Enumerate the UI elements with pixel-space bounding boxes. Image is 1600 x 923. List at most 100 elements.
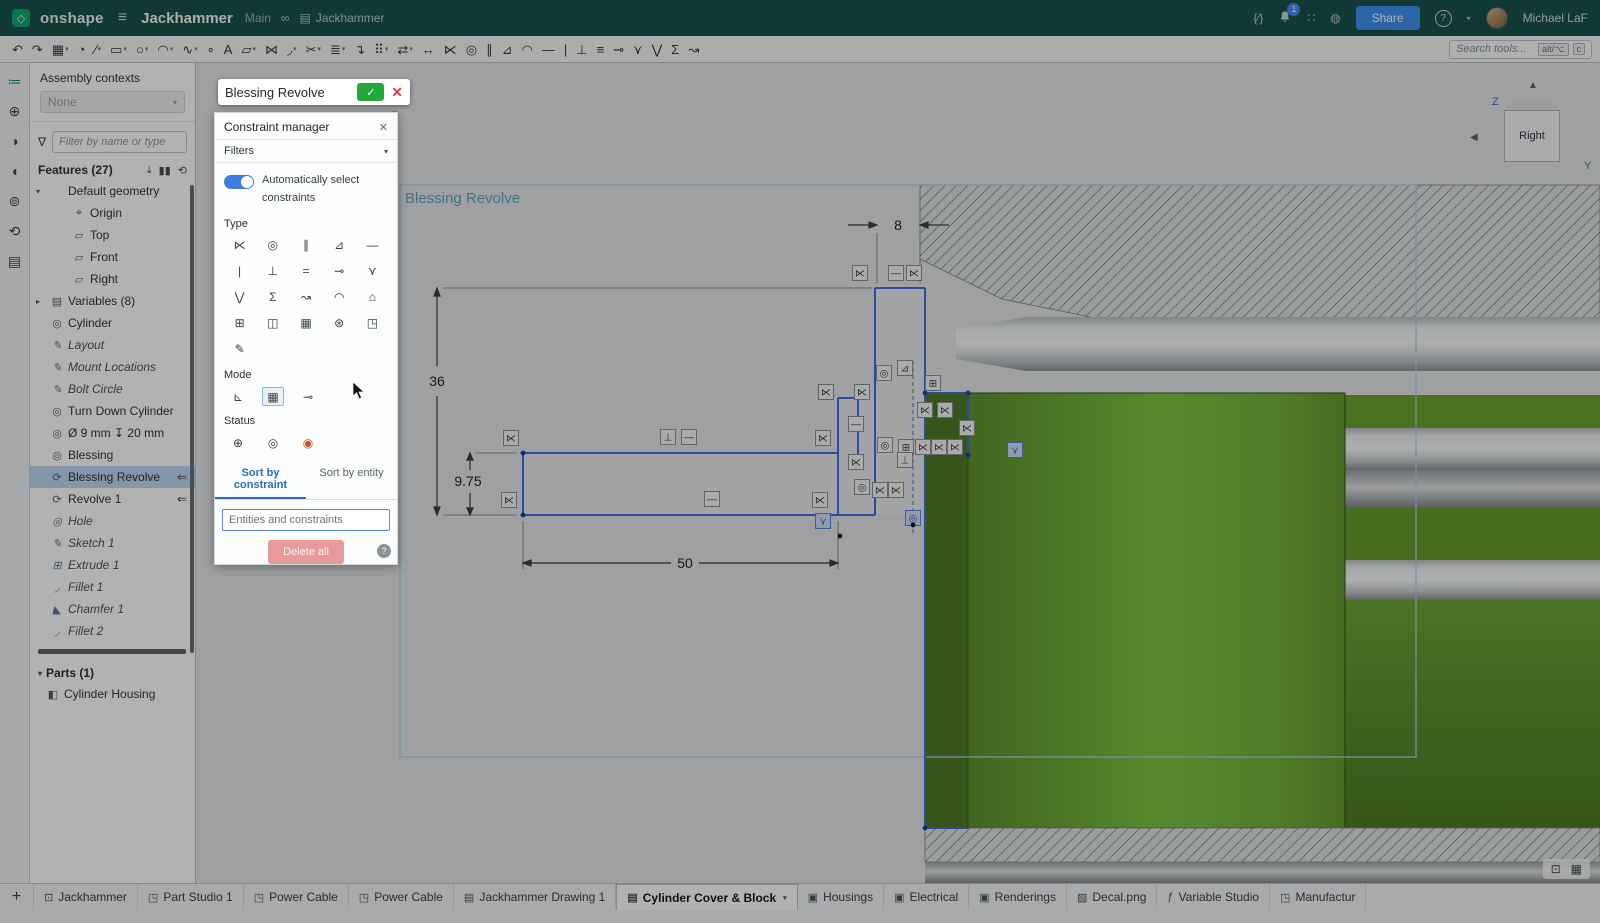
share-button[interactable]: Share	[1356, 6, 1420, 30]
dimension-tool-icon[interactable]: ↔	[418, 38, 439, 60]
normal-icon[interactable]: ✎	[229, 339, 251, 358]
notifications-bell-icon[interactable]: 1	[1278, 10, 1292, 27]
tab-cylinder-cover-block[interactable]: ▤ Cylinder Cover & Block ▾	[616, 884, 797, 910]
feature-revolve-1[interactable]: ⟳ Revolve 1 ⇐	[30, 488, 195, 510]
midpoint-constraint-icon[interactable]: ⊸	[609, 38, 628, 60]
sketch-point[interactable]	[911, 523, 916, 528]
sketch-constraint-icon[interactable]: ◎	[877, 366, 892, 381]
undo-icon[interactable]: ↶	[8, 38, 27, 60]
linked-document[interactable]: ▤ Jackhammer	[299, 11, 384, 25]
sketch-constraint-icon[interactable]: ◎	[878, 438, 893, 453]
delete-all-button[interactable]: Delete all	[268, 540, 344, 564]
filter-panel-icon[interactable]: ≔	[2, 69, 28, 93]
tab-jackhammer-drawing-1[interactable]: ▤ Jackhammer Drawing 1	[454, 884, 616, 910]
feature-turn-down-cylinder[interactable]: ◎ Turn Down Cylinder	[30, 400, 195, 422]
graphics-area[interactable]: Blessing Revolve	[196, 63, 1600, 883]
sketch-viewport[interactable]: Blessing Revolve	[196, 63, 1600, 883]
sketch-constraint-icon[interactable]: ⋉	[960, 421, 975, 436]
spline-tool-icon[interactable]: ∿ ▾	[178, 38, 201, 60]
sketch-constraint-icon[interactable]: ⋎	[816, 514, 831, 529]
tab-sort-by-constraint[interactable]: Sort by constraint	[215, 461, 306, 499]
feature-sketch-1[interactable]: ✎ Sketch 1	[30, 532, 195, 554]
coincident-constraint-icon[interactable]: ⋉	[440, 38, 461, 60]
tangent-constraint-icon[interactable]: ⊿	[498, 38, 517, 60]
feature-blessing-revolve[interactable]: ⟳ Blessing Revolve ⇐	[30, 466, 195, 488]
gray-cylinder-top[interactable]	[956, 317, 1600, 371]
sketch-constraint-icon[interactable]: ⋉	[948, 440, 963, 455]
main-menu-icon[interactable]: ≡	[118, 9, 127, 27]
measure-icon[interactable]: ⊕	[2, 99, 28, 123]
sketch-point[interactable]	[923, 826, 928, 831]
sum-constraint-icon[interactable]: Σ	[667, 38, 683, 60]
fillet-tool-icon[interactable]: ◞ ▾	[283, 38, 301, 60]
mirror-icon[interactable]: ⊞	[229, 313, 251, 332]
equal-icon[interactable]: =	[295, 261, 317, 280]
search-tools-input[interactable]	[1456, 43, 1534, 55]
point-tool-icon[interactable]: ∘	[203, 38, 219, 60]
sketch-constraint-icon[interactable]: ⊥	[661, 430, 676, 445]
feature-right-plane[interactable]: ▱ Right	[30, 268, 195, 290]
sketch-panel-icon[interactable]: ▦ ▾	[48, 38, 73, 60]
feature-extrude-1[interactable]: ⊞ Extrude 1	[30, 554, 195, 576]
quadrant-icon[interactable]: ◳	[361, 313, 383, 332]
sketch-constraint-icon[interactable]: ◎	[855, 480, 870, 495]
link-icon[interactable]: ∞	[281, 11, 290, 25]
history-icon[interactable]: ⟲	[2, 219, 28, 243]
concentric-icon[interactable]: ◎	[262, 235, 284, 254]
right-side-bands[interactable]	[1345, 395, 1600, 828]
tab-part-studio-1[interactable]: ◳ Part Studio 1	[138, 884, 244, 910]
symmetric-icon[interactable]: ⋎	[361, 261, 383, 280]
trim-tool-icon[interactable]: ✂ ▾	[302, 38, 325, 60]
symmetry-constraint-icon[interactable]: ⋎	[629, 38, 647, 60]
sketch-constraint-icon[interactable]: ⋉	[889, 483, 904, 498]
status-warning-icon[interactable]: ◉	[297, 433, 319, 452]
feature-cylinder[interactable]: ◎ Cylinder	[30, 312, 195, 334]
sketch-constraint-icon[interactable]: ⋉	[873, 483, 888, 498]
folder-variables[interactable]: ▸ ▤ Variables (8)	[30, 290, 195, 312]
help-icon[interactable]: ?	[1435, 10, 1452, 27]
tab-jackhammer[interactable]: ⊡ Jackhammer	[34, 884, 138, 910]
sketch-point[interactable]	[838, 534, 843, 539]
tab-variable-studio[interactable]: ƒ Variable Studio	[1157, 884, 1270, 910]
parts-caret-icon[interactable]: ▾	[38, 669, 42, 678]
feature-chamfer-1[interactable]: ◣ Chamfer 1	[30, 598, 195, 620]
feature-layout[interactable]: ✎ Layout	[30, 334, 195, 356]
sketch-constraint-icon[interactable]: ⋉	[502, 493, 517, 508]
rectangle-tool-icon[interactable]: ▭ ▾	[106, 38, 131, 60]
inspect-icon[interactable]: ◔	[74, 38, 90, 60]
comment-icon[interactable]: ◖	[2, 159, 28, 183]
accept-button[interactable]: ✓	[357, 83, 384, 101]
concentric-constraint-icon[interactable]: ◎	[462, 38, 481, 60]
use-project-icon[interactable]: ↴	[350, 38, 369, 60]
coincident-icon[interactable]: ⋉	[229, 235, 251, 254]
mode-select-icon[interactable]: ▦	[262, 387, 284, 406]
workspace-label[interactable]: Main	[245, 11, 271, 25]
rotate-up-icon[interactable]: ▲	[1528, 80, 1538, 91]
document-title[interactable]: Jackhammer	[141, 10, 233, 27]
feature-blessing[interactable]: ◎ Blessing	[30, 444, 195, 466]
search-tools-box[interactable]: alt/⌥ c	[1449, 40, 1592, 59]
fix-icon[interactable]: ⋁	[229, 287, 251, 306]
midpoint-icon[interactable]: ⊸	[328, 261, 350, 280]
tab-power-cable-1[interactable]: ◳ Power Cable	[244, 884, 349, 910]
feature-top-plane[interactable]: ▱ Top	[30, 224, 195, 246]
circular-pattern-icon[interactable]: ⊛	[328, 313, 350, 332]
circle-tool-icon[interactable]: ○ ▾	[132, 38, 152, 60]
sketch-constraint-icon[interactable]: ⋎	[1008, 443, 1023, 458]
status-zoom-icon[interactable]: ⊕	[227, 433, 249, 452]
sketch-constraint-icon[interactable]: ⋉	[816, 431, 831, 446]
feature-mount-locations[interactable]: ✎ Mount Locations	[30, 356, 195, 378]
sketch-point[interactable]	[966, 453, 971, 458]
view-cube-top-face[interactable]	[1504, 101, 1560, 110]
curve-tangent-icon[interactable]: ↝	[295, 287, 317, 306]
pierce-icon[interactable]: ⌂	[361, 287, 383, 306]
sketch-constraint-icon[interactable]: —	[682, 430, 697, 445]
feature-fillet-1[interactable]: ◞ Fillet 1	[30, 576, 195, 598]
tab-sort-by-entity[interactable]: Sort by entity	[306, 461, 397, 499]
sketch-constraint-icon[interactable]: —	[705, 492, 720, 507]
help-icon[interactable]: ?	[377, 544, 391, 558]
part-cylinder-housing[interactable]: ◧ Cylinder Housing	[30, 683, 195, 705]
redo-icon[interactable]: ↷	[28, 38, 47, 60]
horizontal-scrollbar[interactable]	[38, 649, 186, 654]
equal-constraint-icon[interactable]: ≡	[593, 38, 609, 60]
